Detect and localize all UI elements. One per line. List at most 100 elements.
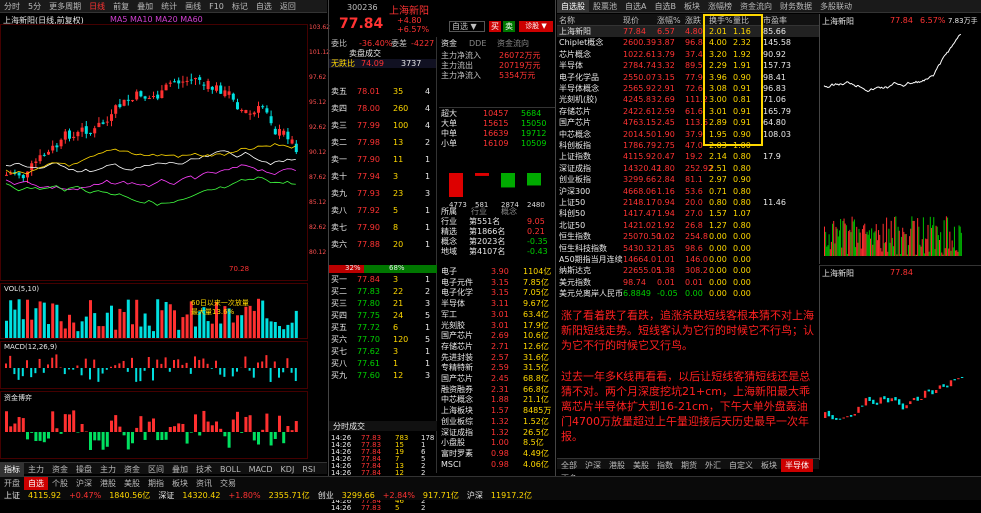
chart-tab-3[interactable]: 日线 [85,0,109,13]
list-row[interactable]: 科创501417.471.9427.01.571.07 [557,208,819,219]
chart-tab-7[interactable]: 画线 [181,0,205,13]
chart-tab-10[interactable]: 自选 [252,0,276,13]
indicator-tab[interactable]: 资金 [48,463,72,476]
indicator-tab[interactable]: 主力 [24,463,48,476]
list-row[interactable]: 科创板指1786.792.7547.02.031.00 [557,140,819,151]
list-row[interactable]: 北证501421.021.9226.81.270.80 [557,220,819,231]
buys-row[interactable]: 买二77.83222 [329,287,437,296]
market-tab[interactable]: 半导体 [781,459,813,472]
list-tab[interactable]: 财务数据 [776,0,816,13]
concept-row[interactable]: 半导体3.119.67亿 [439,299,555,308]
indicator-tab[interactable]: 叠加 [168,463,192,476]
buys-row[interactable]: 买六77.701205 [329,335,437,344]
list-row[interactable]: 沪深3004668.061.1653.60.710.80 [557,186,819,197]
sells-row[interactable]: 卖五78.01354 [329,87,437,96]
concept-row[interactable]: 创业板综1.321.52亿 [439,417,555,426]
buys-row[interactable]: 买七77.6231 [329,347,437,356]
list-tab[interactable]: 自选A [621,0,650,13]
chart-tab-5[interactable]: 叠加 [133,0,157,13]
indicator-tab[interactable]: 技术 [192,463,216,476]
chart-tab-4[interactable]: 前复 [109,0,133,13]
list-row[interactable]: 存储芯片2422.612.5961.63.010.91165.79 [557,106,819,117]
indicator-tab[interactable]: 操盘 [72,463,96,476]
concept-row[interactable]: MSCI0.984.06亿 [439,460,555,469]
list-row[interactable]: Chiplet概念2600.393.8796.84.002.32145.58 [557,37,819,48]
list-row[interactable]: 芯片概念1022.613.7937.43.201.9290.92 [557,49,819,60]
sells-row[interactable]: 卖九77.93233 [329,189,437,198]
diagnose-button[interactable]: 诊股 ▼ [519,21,553,32]
sells-row[interactable]: 卖一77.90111 [329,155,437,164]
list-tab[interactable]: 自选B [650,0,680,13]
list-tab[interactable]: 股票池 [589,0,621,13]
indicator-tab[interactable]: 资金 [120,463,144,476]
chart-tab-8[interactable]: F10 [205,0,228,13]
concept-row[interactable]: 存储芯片2.7112.6亿 [439,342,555,351]
macd-panel[interactable]: MACD(12,26,9) [0,341,308,389]
concept-row[interactable]: 国产芯片2.4568.8亿 [439,374,555,383]
list-row[interactable]: 纳斯达克22655.051.38308.20.000.00 [557,265,819,276]
buys-row[interactable]: 买九77.60123 [329,371,437,380]
sells-row[interactable]: 卖六77.88201 [329,240,437,249]
market-tab[interactable]: 外汇 [701,459,725,472]
buys-row[interactable]: 买四77.75245 [329,311,437,320]
fund-panel[interactable]: 资金博弈 [0,391,308,459]
indicator-tab[interactable]: 主力 [96,463,120,476]
concept-row[interactable]: 富时罗素0.984.49亿 [439,449,555,458]
concept-row[interactable]: 上海板块1.578485万 [439,406,555,415]
list-tab[interactable]: 涨幅榜 [704,0,736,13]
market-tab[interactable]: 港股 [605,459,629,472]
mini-kline[interactable]: 上海新阳 77.84 [819,265,981,460]
list-col-header[interactable]: 名称 [559,15,575,26]
market-tab[interactable]: 自定义 [725,459,757,472]
concept-row[interactable]: 小盘股1.008.5亿 [439,438,555,447]
sells-row[interactable]: 卖七77.9081 [329,223,437,232]
chart-tab-11[interactable]: 返回 [276,0,300,13]
chart-tab-9[interactable]: 标记 [228,0,252,13]
list-row[interactable]: 半导体概念2565.922.9172.63.080.9196.83 [557,83,819,94]
concept-row[interactable]: 电子元件3.157.85亿 [439,278,555,287]
list-col-header[interactable]: 市盈率 [763,15,787,26]
sells-row[interactable]: 卖八77.9251 [329,206,437,215]
chart-tab-1[interactable]: 5分 [24,0,45,13]
concept-row[interactable]: 先进封装2.5731.6亿 [439,353,555,362]
indicator-tab[interactable]: KDJ [277,463,299,476]
sells-row[interactable]: 卖十77.9431 [329,172,437,181]
watchlist-menu[interactable]: 自选 ▼ [449,21,485,32]
buys-row[interactable]: 买五77.7261 [329,323,437,332]
list-tab[interactable]: 板块 [680,0,704,13]
indicator-tab[interactable]: MACD [245,463,277,476]
stock-name[interactable]: 上海新阳 [389,2,429,17]
list-row[interactable]: A50期指当月连续14664.01.01146.00.000.00 [557,254,819,265]
list-col-header[interactable]: 涨幅% [657,15,681,26]
buys-row[interactable]: 买八77.6111 [329,359,437,368]
list-row[interactable]: 创业板指3299.662.8481.12.970.90 [557,174,819,185]
industry-tab[interactable]: 概念 [501,207,517,216]
market-tab[interactable]: 期货 [677,459,701,472]
market-tab[interactable]: 美股 [629,459,653,472]
list-row[interactable]: 美元兑离岸人民币6.8849-0.050.000.000.00 [557,288,819,299]
industry-tab[interactable]: 所属 [441,207,457,216]
list-tab[interactable]: 自选股 [557,0,589,13]
chart-tab-6[interactable]: 统计 [157,0,181,13]
list-tab[interactable]: 多股联动 [816,0,856,13]
list-row[interactable]: 恒生科技指数5430.321.8598.60.000.00 [557,243,819,254]
concept-row[interactable]: 光刻胶3.0117.9亿 [439,321,555,330]
list-row[interactable]: 恒生指数25070.501.02254.80.000.00 [557,231,819,242]
indicator-tab[interactable]: BOLL [216,463,245,476]
list-col-header[interactable]: 现价 [623,15,639,26]
market-tab[interactable]: 沪深 [581,459,605,472]
chart-tab-2[interactable]: 更多周期 [45,0,85,13]
concept-row[interactable]: 电子3.901104亿 [439,267,555,276]
market-tab[interactable]: 指数 [653,459,677,472]
fund-tab[interactable]: 资金 [441,39,457,48]
concept-row[interactable]: 国产芯片2.6910.6亿 [439,331,555,340]
kline-panel[interactable]: 70.28 [0,24,308,281]
chart-tab-0[interactable]: 分时 [0,0,24,13]
list-tab[interactable]: 资金流向 [736,0,776,13]
list-row[interactable]: 光刻机(胶)4245.832.69111.23.000.8171.06 [557,94,819,105]
concept-row[interactable]: 电子化学3.157.05亿 [439,288,555,297]
sell-button[interactable]: 卖 [503,21,515,32]
list-row[interactable]: 半导体2784.743.3289.52.291.91157.73 [557,60,819,71]
sells-row[interactable]: 卖四78.002604 [329,104,437,113]
buy-button[interactable]: 买 [489,21,501,32]
